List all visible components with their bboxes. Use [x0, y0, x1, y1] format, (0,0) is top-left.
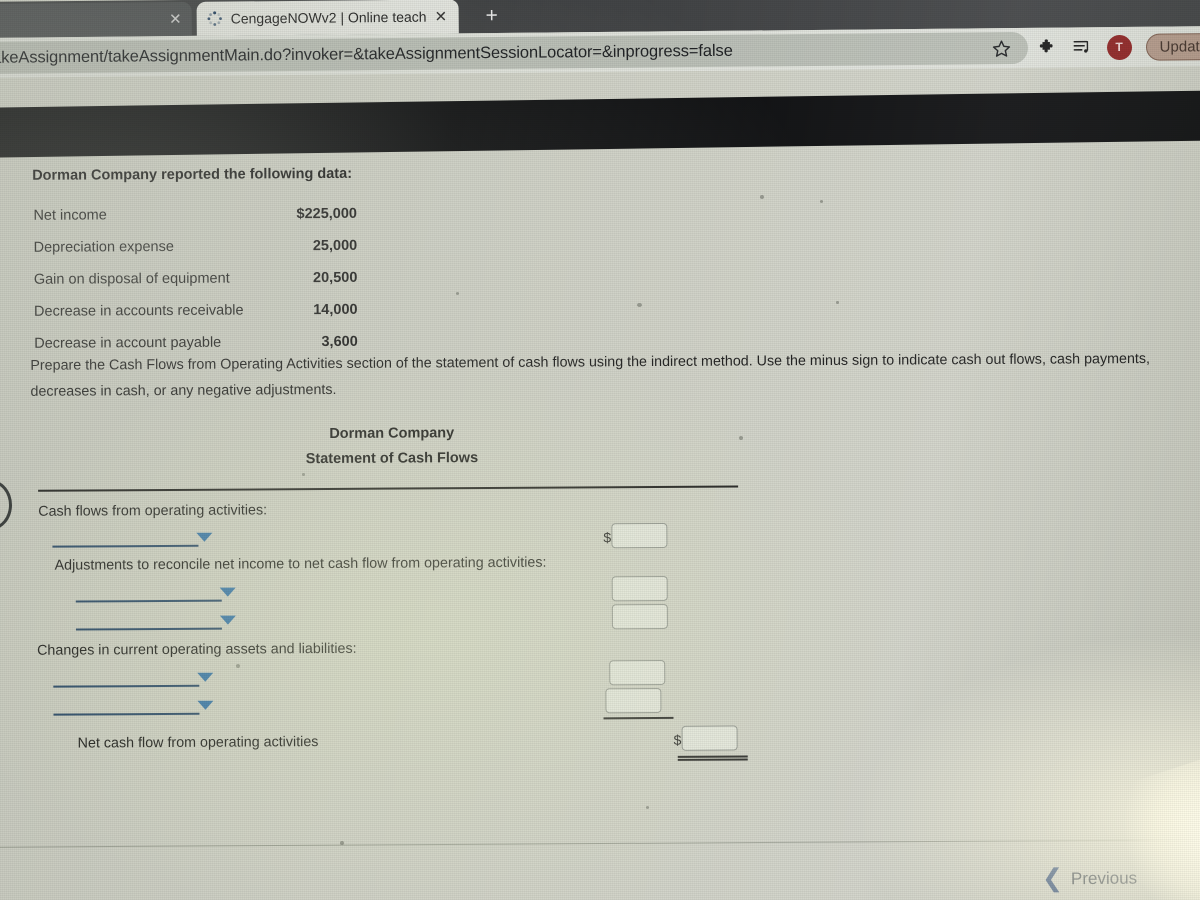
tab-title: ome — [0, 11, 161, 29]
page-title: Dorman Company reported the following da… — [32, 165, 353, 184]
address-input[interactable]: akeAssignment/takeAssignmentMain.do?invo… — [0, 31, 1029, 74]
url-text: akeAssignment/takeAssignmentMain.do?invo… — [0, 41, 733, 67]
amount-input-5[interactable] — [605, 687, 662, 714]
account-dropdown-1[interactable] — [52, 524, 213, 548]
loading-spinner-icon — [207, 11, 222, 26]
table-row: Gain on disposal of equipment 20,500 — [34, 262, 358, 296]
chevron-down-icon — [197, 672, 214, 682]
subtotal-rule — [603, 716, 674, 720]
tab-title: CengageNOWv2 | Online teach — [230, 8, 427, 27]
previous-button-label: Previous — [1070, 868, 1138, 888]
reading-list-icon[interactable] — [1072, 38, 1093, 56]
bookmark-star-icon[interactable] — [988, 35, 1014, 61]
photographed-screen: ome ✕ CengageNOWv2 | Onli — [0, 0, 1200, 900]
row-amount: 20,500 — [312, 269, 358, 287]
row-amount: $225,000 — [296, 205, 358, 223]
row-label: Net income — [33, 207, 107, 224]
total-double-rule — [677, 755, 748, 761]
chevron-down-icon — [196, 532, 213, 542]
dust-speck — [820, 200, 823, 203]
assignment-page: Dorman Company reported the following da… — [0, 139, 1200, 846]
browser-chrome: ome ✕ CengageNOWv2 | Onli — [0, 0, 1200, 106]
statement-top-rule — [38, 485, 739, 492]
table-row: Depreciation expense 25,000 — [34, 230, 358, 264]
dust-speck — [456, 292, 459, 295]
section-label-adjustments: Adjustments to reconcile net income to n… — [54, 554, 547, 574]
row-amount: 25,000 — [312, 237, 358, 255]
dust-speck — [302, 473, 305, 476]
total-label: Net cash flow from operating activities — [77, 734, 319, 752]
chevron-left-icon: ❮ — [1041, 864, 1064, 893]
amount-input-3[interactable] — [611, 603, 668, 630]
new-tab-button[interactable]: + — [479, 3, 505, 29]
row-label: Gain on disposal of equipment — [33, 270, 230, 288]
dollar-sign: $ — [603, 529, 612, 546]
dust-speck — [637, 303, 642, 307]
section-label-changes: Changes in current operating assets and … — [37, 640, 357, 659]
close-icon[interactable]: ✕ — [169, 11, 182, 28]
dust-speck — [236, 664, 240, 668]
amount-input-1[interactable] — [611, 522, 668, 549]
instructions-text: Prepare the Cash Flows from Operating Ac… — [30, 350, 1151, 401]
chevron-down-icon — [197, 700, 214, 710]
cash-flow-form: Cash flows from operating activities: $ … — [2, 493, 782, 761]
row-amount: 14,000 — [313, 301, 358, 319]
row-label: Depreciation expense — [33, 238, 174, 256]
dust-speck — [739, 436, 743, 440]
amount-input-4[interactable] — [609, 659, 666, 686]
chevron-down-icon — [219, 615, 236, 625]
statement-header: Dorman Company Statement of Cash Flows — [2, 419, 782, 474]
extensions-puzzle-icon[interactable] — [1038, 38, 1058, 58]
section-label-operating-activities: Cash flows from operating activities: — [38, 502, 268, 520]
browser-tab-active[interactable]: CengageNOWv2 | Online teach ✕ — [196, 0, 459, 36]
chevron-down-icon — [219, 587, 236, 597]
previous-button[interactable]: ❮ Previous — [1041, 864, 1138, 893]
dust-speck — [836, 301, 839, 304]
table-row: Decrease in accounts receivable 14,000 — [34, 294, 358, 328]
dollar-sign-total: $ — [673, 731, 682, 748]
browser-tab-background[interactable]: ome ✕ — [0, 1, 192, 39]
close-icon[interactable]: ✕ — [434, 8, 447, 25]
amount-input-total[interactable] — [681, 725, 738, 751]
account-dropdown-3[interactable] — [75, 607, 236, 631]
dust-speck — [760, 195, 764, 199]
amount-input-2[interactable] — [611, 575, 668, 602]
dust-speck — [340, 841, 344, 845]
account-dropdown-5[interactable] — [53, 692, 214, 716]
avatar[interactable]: T — [1106, 34, 1132, 60]
table-row: Net income $225,000 — [33, 198, 357, 232]
dust-speck — [646, 806, 649, 809]
statement-title: Statement of Cash Flows — [305, 450, 479, 468]
reported-data-table: Net income $225,000 Depreciation expense… — [33, 198, 358, 360]
chrome-actions: T Update — [1037, 28, 1200, 66]
update-button[interactable]: Update — [1145, 32, 1200, 61]
account-dropdown-4[interactable] — [53, 664, 214, 688]
account-dropdown-2[interactable] — [75, 579, 236, 603]
row-label: Decrease in accounts receivable — [33, 302, 244, 320]
